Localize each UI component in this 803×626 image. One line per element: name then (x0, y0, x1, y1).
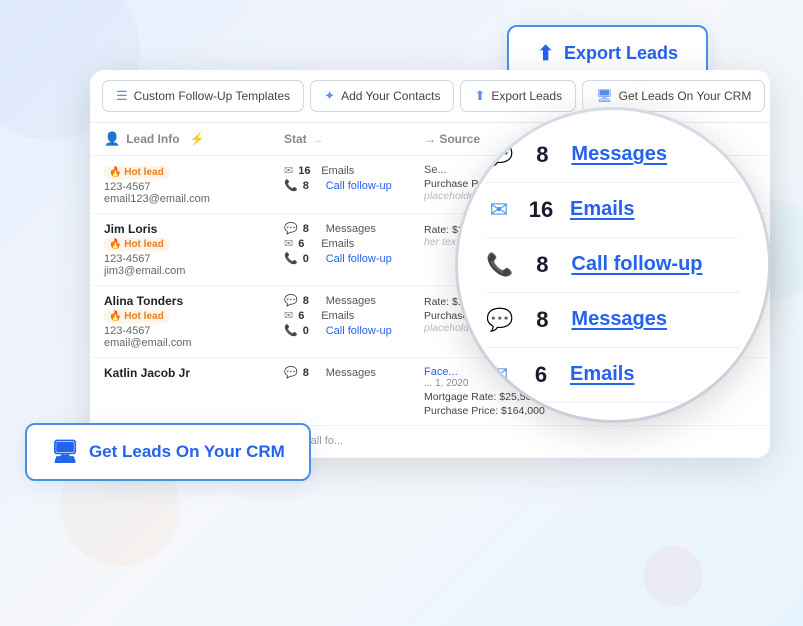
stat-type: Emails (321, 310, 354, 322)
stat-cell: ✉ 16 Emails 📞 8 Call follow-up (284, 164, 424, 205)
stat-num: 8 (303, 295, 321, 307)
stat-num: 8 (303, 223, 321, 235)
lead-info-cell: Jim Loris 🔥 Hot lead 123-4567 jim3@email… (104, 222, 284, 277)
mag-num: 6 (526, 362, 556, 388)
message-icon: 💬 (284, 366, 298, 379)
get-leads-crm-button[interactable]: 🖥 Get Leads On Your CRM (25, 423, 311, 481)
hot-lead-badge: 🔥 Hot lead (104, 310, 169, 323)
stat-num: 6 (298, 310, 316, 322)
custom-follow-up-icon: ☰ (116, 88, 128, 104)
stat-num: 8 (303, 367, 321, 379)
mag-label: Messages (571, 308, 667, 331)
mag-label: Call follow-up (571, 253, 702, 276)
mag-label: Emails (570, 363, 634, 386)
lead-name: Katlin Jacob Jr (104, 366, 284, 380)
stat-cell: 💬 8 Messages ✉ 6 Emails 📞 0 Call follow-… (284, 222, 424, 277)
col-source-label: → Source (424, 132, 480, 146)
phone-icon: 📞 (486, 252, 513, 278)
mag-row-emails-1: ✉ 16 Emails (486, 183, 740, 238)
col-stat: Stat → (284, 132, 424, 146)
lead-info-icon: 👤 (104, 131, 120, 147)
stat-num: 0 (303, 253, 321, 265)
stat-num: 16 (298, 165, 316, 177)
stat-num: 0 (303, 325, 321, 337)
lead-name: Jim Loris (104, 222, 284, 236)
magnifier-overlay: 💬 8 Messages ✉ 16 Emails 📞 8 Call follow… (458, 110, 768, 420)
tab-crm-icon: 🖥 (596, 88, 613, 104)
lead-email: jim3@email.com (104, 265, 284, 277)
message-icon: 💬 (284, 222, 298, 235)
mag-row-call: 📞 8 Call follow-up (486, 238, 740, 293)
lead-info-cell: Alina Tonders 🔥 Hot lead 123-4567 email@… (104, 294, 284, 349)
stat-cell: 💬 8 Messages ✉ 6 Emails 📞 0 Call follow-… (284, 294, 424, 349)
scene: ⬆ Export Leads ☰ Custom Follow-Up Templa… (0, 0, 803, 626)
phone-icon: 📞 (284, 179, 298, 192)
mag-label: Messages (571, 143, 667, 166)
call-followup-link[interactable]: Call follow-up (326, 325, 392, 337)
tab-export-leads[interactable]: ⬆ Export Leads (460, 80, 576, 112)
lead-info-cell: Katlin Jacob Jr (104, 366, 284, 417)
lead-info-cell: 🔥 Hot lead 123-4567 email123@email.com (104, 164, 284, 205)
mag-row-messages-2: 💬 8 Messages (486, 293, 740, 348)
mag-num: 8 (527, 252, 557, 278)
mag-num: 16 (526, 197, 556, 223)
tab-get-leads-crm-label: Get Leads On Your CRM (619, 89, 752, 103)
phone-icon: 📞 (284, 324, 298, 337)
lead-name: Alina Tonders (104, 294, 284, 308)
envelope-icon: ✉ (284, 164, 293, 177)
mag-label: Emails (570, 198, 634, 221)
lead-email: email@email.com (104, 337, 284, 349)
col-lead-info: 👤 Lead Info ⚡ (104, 131, 284, 147)
lead-phone: 123-4567 (104, 253, 284, 265)
export-icon: ⬆ (537, 41, 554, 66)
call-followup-link[interactable]: Call follow-up (326, 253, 392, 265)
source-link[interactable]: Face... (424, 366, 458, 378)
envelope-icon: ✉ (284, 309, 293, 322)
tab-export-icon: ⬆ (474, 88, 485, 104)
message-icon: 💬 (284, 294, 298, 307)
filter-icon[interactable]: ⚡ (190, 132, 205, 146)
lead-phone: 123-4567 (104, 181, 284, 193)
stat-type: Messages (326, 295, 376, 307)
add-contacts-icon: ✦ (324, 88, 335, 104)
hot-lead-badge: 🔥 Hot lead (104, 166, 169, 179)
envelope-icon: ✉ (284, 237, 293, 250)
stat-num: 6 (298, 238, 316, 250)
envelope-icon: ✉ (486, 197, 512, 223)
lead-email: email123@email.com (104, 193, 284, 205)
crm-icon: 🖥 (51, 439, 79, 465)
mag-num: 8 (527, 142, 557, 168)
tab-add-contacts-label: Add Your Contacts (341, 89, 440, 103)
phone-icon: 📞 (284, 252, 298, 265)
stat-cell: 💬 8 Messages (284, 366, 424, 417)
col-lead-label: Lead Info (126, 132, 179, 146)
stat-num: 8 (303, 180, 321, 192)
stat-type: Emails (321, 238, 354, 250)
source-cell (424, 434, 756, 449)
col-stat-label: Stat (284, 132, 307, 146)
mag-num: 8 (527, 307, 557, 333)
tab-get-leads-crm[interactable]: 🖥 Get Leads On Your CRM (582, 80, 765, 112)
message-icon: 💬 (486, 307, 513, 333)
crm-btn-label: Get Leads On Your CRM (89, 442, 285, 462)
lead-phone: 123-4567 (104, 325, 284, 337)
stat-type: Messages (326, 367, 376, 379)
tab-export-leads-label: Export Leads (491, 89, 562, 103)
stat-type: Messages (326, 223, 376, 235)
tab-add-contacts[interactable]: ✦ Add Your Contacts (310, 80, 454, 112)
tab-custom-follow-up[interactable]: ☰ Custom Follow-Up Templates (102, 80, 304, 112)
export-leads-label: Export Leads (564, 43, 678, 64)
tab-custom-follow-up-label: Custom Follow-Up Templates (134, 89, 291, 103)
hot-lead-badge: 🔥 Hot lead (104, 238, 169, 251)
stat-type: Emails (321, 165, 354, 177)
call-followup-link[interactable]: Call follow-up (326, 180, 392, 192)
tab-bar: ☰ Custom Follow-Up Templates ✦ Add Your … (90, 70, 770, 123)
